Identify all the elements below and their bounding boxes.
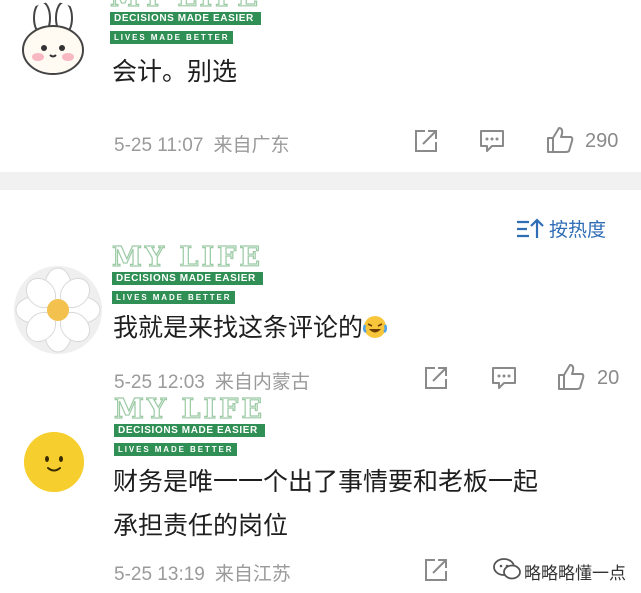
comment-text: 我就是来找这条评论的 xyxy=(113,306,388,350)
comment-icon[interactable] xyxy=(478,128,506,154)
watermark-line2: LIVES MADE BETTER xyxy=(110,31,234,44)
watermark-title: MY LIFE xyxy=(109,0,261,12)
like-count: 290 xyxy=(585,130,619,152)
watermark-stamp: MY LIFE DECISIONS MADE EASIER LIVES MADE… xyxy=(111,242,263,304)
comment-date: 5-25 12:03 xyxy=(114,372,205,393)
watermark-title: MY LIFE xyxy=(113,394,265,425)
watermark-title: MY LIFE xyxy=(111,242,263,273)
comment-icon[interactable] xyxy=(490,365,518,391)
like-count: 20 xyxy=(597,367,620,389)
wechat-icon xyxy=(493,558,521,580)
source-label: 略略略懂一点 xyxy=(524,564,626,584)
avatar[interactable] xyxy=(24,432,84,492)
watermark-line1: DECISIONS MADE EASIER xyxy=(110,12,261,25)
share-icon[interactable] xyxy=(423,365,449,391)
watermark-line2: LIVES MADE BETTER xyxy=(112,291,236,304)
comment-text: 会计。别选 xyxy=(112,57,238,86)
avatar[interactable] xyxy=(14,266,102,354)
bunny-avatar-icon xyxy=(22,2,84,75)
comment-meta: 5-25 11:07 来自广东 xyxy=(114,130,289,157)
comment-date: 5-25 11:07 xyxy=(114,135,204,156)
flower-avatar-icon xyxy=(14,266,102,354)
comment-text-body: 我就是来找这条评论的 xyxy=(113,313,364,342)
comment-text: 财务是唯一一个出了事情要和老板一起 承担责任的岗位 xyxy=(113,460,538,548)
comment-text-line: 承担责任的岗位 xyxy=(113,511,289,540)
watermark-line1: DECISIONS MADE EASIER xyxy=(112,272,263,285)
sort-icon xyxy=(517,218,544,238)
comment-date: 5-25 13:19 xyxy=(114,564,205,585)
avatar[interactable] xyxy=(14,2,92,80)
watermark-line2: LIVES MADE BETTER xyxy=(114,443,238,456)
sort-label: 按热度 xyxy=(549,219,607,241)
comment-meta: 5-25 12:03 来自内蒙古 xyxy=(114,367,310,394)
comment-text-line: 财务是唯一一个出了事情要和老板一起 xyxy=(113,467,539,496)
share-icon[interactable] xyxy=(423,557,449,583)
thumbs-up-icon[interactable] xyxy=(545,125,575,155)
thumbs-up-icon[interactable] xyxy=(556,362,586,392)
laughing-tears-emoji xyxy=(363,316,388,338)
watermark-stamp: MY LIFE DECISIONS MADE EASIER LIVES MADE… xyxy=(113,394,265,456)
sort-control[interactable]: 按热度 xyxy=(515,215,606,242)
watermark-line1: DECISIONS MADE EASIER xyxy=(114,424,265,437)
comment-meta: 5-25 13:19 来自江苏 xyxy=(114,559,291,586)
comment-location: 来自广东 xyxy=(213,135,290,156)
section-divider xyxy=(0,172,641,190)
comment-location: 来自内蒙古 xyxy=(214,372,310,393)
share-icon[interactable] xyxy=(413,128,439,154)
comment-location: 来自江苏 xyxy=(214,564,291,585)
watermark-stamp: MY LIFE DECISIONS MADE EASIER LIVES MADE… xyxy=(109,0,261,44)
smiley-avatar-icon xyxy=(24,432,84,492)
